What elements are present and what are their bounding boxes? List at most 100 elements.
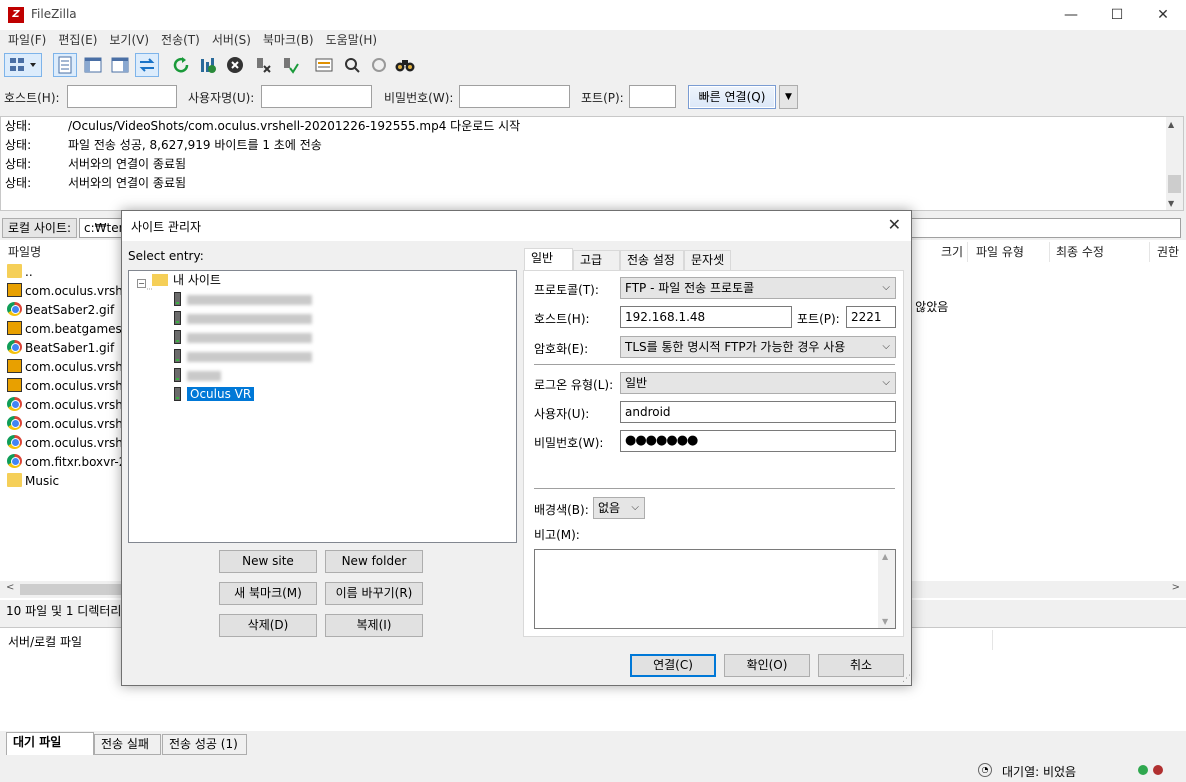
tree-site[interactable]	[174, 328, 312, 346]
server-icon	[174, 349, 181, 363]
tree-site-selected[interactable]: Oculus VR	[174, 385, 255, 403]
menu-transfer[interactable]: 전송(T)	[155, 30, 206, 50]
server-icon	[174, 368, 181, 382]
password-input[interactable]	[459, 85, 570, 108]
comment-textarea[interactable]: ▲ ▼	[534, 549, 896, 629]
new-folder-button[interactable]: New folder	[325, 550, 423, 573]
file-row[interactable]: com.oculus.vrshel	[7, 396, 134, 415]
select-entry-label: Select entry:	[128, 249, 204, 263]
menu-bookmarks[interactable]: 북마크(B)	[257, 30, 320, 50]
tab-successful-transfers[interactable]: 전송 성공 (1)	[162, 734, 247, 755]
file-row[interactable]: com.oculus.vrshel	[7, 358, 134, 377]
transfer-queue-toggle-icon[interactable]	[135, 53, 159, 77]
close-button[interactable]: ✕	[1140, 0, 1186, 30]
redacted-site-name	[187, 351, 312, 362]
username-input[interactable]	[261, 85, 372, 108]
file-row[interactable]: com.fitxr.boxvr-20	[7, 453, 134, 472]
divider	[534, 364, 895, 365]
file-row[interactable]: ..	[7, 263, 33, 282]
column-permissions[interactable]: 권한	[1151, 242, 1186, 262]
reconnect-icon[interactable]	[278, 53, 302, 77]
file-row[interactable]: BeatSaber2.gif	[7, 301, 114, 320]
column-modified[interactable]: 최종 수정	[1050, 242, 1150, 262]
ok-button[interactable]: 확인(O)	[724, 654, 810, 677]
user-field[interactable]: android	[620, 401, 896, 423]
encryption-select[interactable]: TLS를 통한 명시적 FTP가 가능한 경우 사용 ⌵	[620, 336, 896, 358]
binoculars-icon[interactable]	[393, 53, 417, 77]
directory-listing-filter-icon[interactable]	[312, 53, 336, 77]
column-size[interactable]: 크기	[935, 242, 968, 262]
host-input[interactable]	[67, 85, 177, 108]
file-row[interactable]: com.oculus.vrshel	[7, 377, 134, 396]
queue-status: 대기열: 비었음	[1002, 765, 1077, 779]
download-led-icon	[1153, 765, 1163, 775]
cancel-icon[interactable]	[223, 53, 247, 77]
log-scrollbar[interactable]: ▲ ▼	[1166, 117, 1183, 210]
compare-directories-icon[interactable]	[340, 53, 364, 77]
disconnect-icon[interactable]	[251, 53, 275, 77]
server-icon	[174, 330, 181, 344]
file-row[interactable]: Music	[7, 472, 59, 491]
menu-edit[interactable]: 편집(E)	[52, 30, 103, 50]
password-field[interactable]: ●●●●●●●	[620, 430, 896, 452]
maximize-button[interactable]: ☐	[1094, 0, 1140, 30]
process-queue-icon[interactable]	[196, 53, 220, 77]
rename-button[interactable]: 이름 바꾸기(R)	[325, 582, 423, 605]
tab-advanced[interactable]: 고급	[573, 250, 620, 270]
duplicate-button[interactable]: 복제(I)	[325, 614, 423, 637]
menu-file[interactable]: 파일(F)	[0, 30, 52, 50]
speed-limit-icon[interactable]: ◔	[978, 763, 992, 777]
redacted-site-name	[187, 332, 312, 343]
local-tree-toggle-icon[interactable]	[81, 53, 105, 77]
port-label: 포트(P):	[797, 312, 840, 326]
file-row[interactable]: com.oculus.vrshel	[7, 415, 134, 434]
tab-general[interactable]: 일반	[524, 248, 573, 271]
tab-failed-transfers[interactable]: 전송 실패	[94, 734, 161, 755]
logon-type-select[interactable]: 일반 ⌵	[620, 372, 896, 394]
queue-column-header[interactable]: 서버/로컬 파일	[8, 633, 82, 650]
remote-tree-toggle-icon[interactable]	[108, 53, 132, 77]
sync-browsing-icon[interactable]	[367, 53, 391, 77]
tree-site[interactable]	[174, 366, 221, 384]
comment-scrollbar[interactable]: ▲ ▼	[878, 550, 895, 628]
file-row[interactable]: com.oculus.vrshel	[7, 434, 134, 453]
menu-server[interactable]: 서버(S)	[206, 30, 257, 50]
host-field[interactable]: 192.168.1.48	[620, 306, 792, 328]
protocol-select[interactable]: FTP - 파일 전송 프로토콜 ⌵	[620, 277, 896, 299]
tree-site[interactable]	[174, 347, 312, 365]
file-row[interactable]: BeatSaber1.gif	[7, 339, 114, 358]
column-name[interactable]: 파일명	[2, 242, 122, 262]
file-row[interactable]: com.beatgames.b	[7, 320, 133, 339]
new-site-button[interactable]: New site	[219, 550, 317, 573]
site-manager-icon[interactable]	[4, 53, 42, 77]
minimize-button[interactable]: —	[1048, 0, 1094, 30]
dialog-close-icon[interactable]: ✕	[888, 215, 901, 234]
logon-type-label: 로그온 유형(L):	[534, 378, 614, 392]
tree-root[interactable]: 내 사이트	[152, 271, 221, 289]
tab-transfer-settings[interactable]: 전송 설정	[620, 250, 684, 270]
video-file-icon	[7, 321, 22, 335]
password-label: 비밀번호(W):	[384, 91, 454, 105]
delete-button[interactable]: 삭제(D)	[219, 614, 317, 637]
menu-help[interactable]: 도움말(H)	[320, 30, 384, 50]
column-type[interactable]: 파일 유형	[970, 242, 1050, 262]
tree-site[interactable]	[174, 290, 312, 308]
new-bookmark-button[interactable]: 새 북마크(M)	[219, 582, 317, 605]
quickconnect-dropdown-icon[interactable]: ▼	[779, 85, 798, 109]
file-row[interactable]: com.oculus.vrshel	[7, 282, 134, 301]
resize-grip-icon[interactable]: ⋰	[902, 674, 911, 684]
port-field[interactable]: 2221	[846, 306, 896, 328]
message-log-toggle-icon[interactable]	[53, 53, 77, 77]
refresh-icon[interactable]	[169, 53, 193, 77]
tab-charset[interactable]: 문자셋	[684, 250, 731, 270]
connect-button[interactable]: 연결(C)	[630, 654, 716, 677]
menu-view[interactable]: 보기(V)	[103, 30, 155, 50]
tab-queued-files[interactable]: 대기 파일	[6, 732, 94, 755]
quickconnect-button[interactable]: 빠른 연결(Q)	[688, 85, 776, 109]
tree-site[interactable]	[174, 309, 312, 327]
port-input[interactable]	[629, 85, 676, 108]
dialog-title: 사이트 관리자	[131, 220, 202, 234]
background-color-select[interactable]: 없음 ⌵	[593, 497, 645, 519]
cancel-button[interactable]: 취소	[818, 654, 904, 677]
local-site-label: 로컬 사이트:	[2, 218, 78, 238]
